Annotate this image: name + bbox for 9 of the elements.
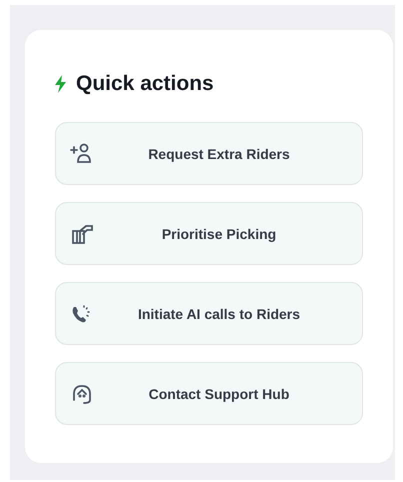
shelf-icon [70,223,94,245]
action-button[interactable]: Request Extra Riders [55,122,363,185]
lightning-icon [55,75,66,93]
action-button[interactable]: Initiate AI calls to Riders [55,282,363,345]
add-person-icon [70,143,94,165]
action-button[interactable]: Prioritise Picking [55,202,363,265]
action-button[interactable]: Contact Support Hub [55,362,363,425]
section-title: Quick actions [76,72,214,96]
headset-icon [70,383,94,405]
